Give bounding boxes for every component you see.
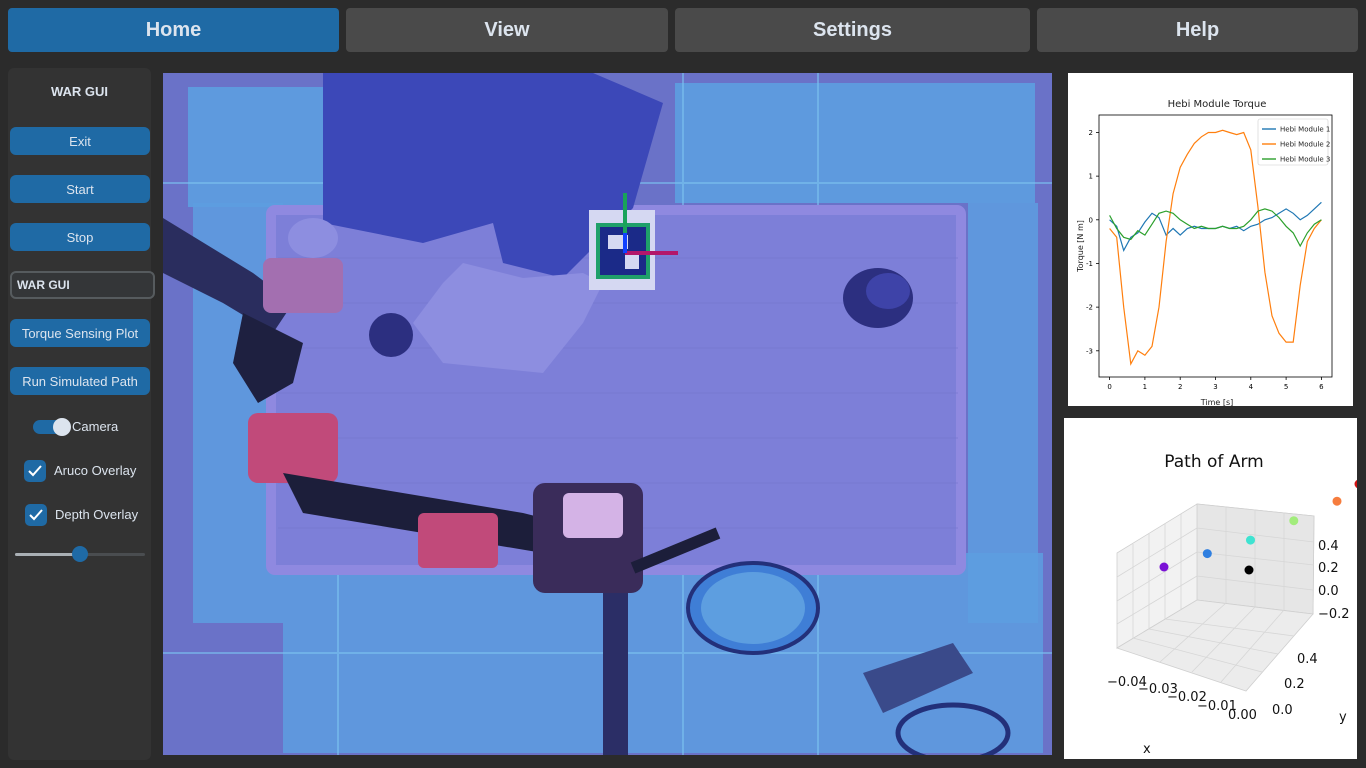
x-tick-label: 2 <box>1178 383 1182 391</box>
arm-path-plot: Path of Arm −0.04 −0.03 −0.02 −0.01 0.00… <box>1064 418 1364 759</box>
legend-label: Hebi Module 1 <box>1280 126 1330 134</box>
x-tick-label: 3 <box>1213 383 1217 391</box>
torque-chart: Hebi Module Torque Time [s] Torque [N m]… <box>1076 99 1333 407</box>
name-entry-field[interactable]: WAR GUI <box>10 271 155 299</box>
sidebar: WAR GUI Exit Start Stop WAR GUI Torque S… <box>8 68 155 760</box>
path-point <box>1244 565 1254 575</box>
y-axis-label: y <box>1339 710 1347 725</box>
camera-feed[interactable] <box>163 73 1052 755</box>
checkmark-icon <box>28 465 42 477</box>
path-point <box>1246 535 1255 545</box>
x-axis-label: Time [s] <box>1200 398 1234 406</box>
path-point <box>1289 516 1299 526</box>
tab-settings[interactable]: Settings <box>675 8 1030 52</box>
y-tick-label: 1 <box>1089 173 1093 181</box>
camera-switch-label: Camera <box>72 419 119 434</box>
switch-knob <box>53 418 71 436</box>
overlay-slider[interactable] <box>15 546 145 562</box>
chart-title: Path of Arm <box>1164 452 1263 472</box>
depth-overlay-checkbox[interactable] <box>25 504 47 526</box>
sidebar-title: WAR GUI <box>50 84 109 99</box>
exit-button[interactable]: Exit <box>10 127 150 155</box>
path-point <box>1159 562 1169 572</box>
aruco-overlay-checkbox[interactable] <box>24 460 46 482</box>
run-simulated-path-button[interactable]: Run Simulated Path <box>10 367 150 395</box>
y-tick-label: 0 <box>1089 216 1093 224</box>
x-tick-label: 0 <box>1107 383 1111 391</box>
tab-home[interactable]: Home <box>8 8 339 52</box>
path-point <box>1202 549 1212 559</box>
y-tick-label: 0.2 <box>1284 677 1305 692</box>
y-tick-label: -1 <box>1086 260 1093 268</box>
x-tick-label: 0.00 <box>1228 708 1257 723</box>
x-tick-label: 4 <box>1249 383 1254 391</box>
y-tick-label: -2 <box>1086 304 1093 312</box>
slider-handle[interactable] <box>72 546 88 562</box>
legend-label: Hebi Module 3 <box>1280 156 1330 164</box>
path-point <box>1354 479 1364 489</box>
z-tick-label: 0.0 <box>1318 584 1339 599</box>
torque-sensing-plot-button[interactable]: Torque Sensing Plot <box>10 319 150 347</box>
y-tick-label: 2 <box>1089 129 1093 137</box>
x-tick-label: 5 <box>1284 383 1288 391</box>
depth-overlay-label: Depth Overlay <box>55 507 139 522</box>
start-button[interactable]: Start <box>10 175 150 203</box>
path-point <box>1332 496 1342 506</box>
series-line-1 <box>1109 201 1322 252</box>
y-tick-label: 0.4 <box>1297 652 1318 667</box>
y-axis-label: Torque [N m] <box>1076 220 1085 273</box>
arm-path-chart: Path of Arm −0.04−0.03−0.02−0.010.00 0.0… <box>1107 452 1364 757</box>
legend-label: Hebi Module 2 <box>1280 141 1330 149</box>
series-line-2 <box>1109 129 1322 366</box>
slider-fill <box>15 553 80 556</box>
x-tick-label: 6 <box>1319 383 1324 391</box>
checkmark-icon <box>29 509 43 521</box>
z-tick-label: −0.2 <box>1318 607 1350 622</box>
camera-switch[interactable] <box>33 418 71 436</box>
x-axis-label: x <box>1143 742 1151 757</box>
chart-title: Hebi Module Torque <box>1168 99 1267 110</box>
aruco-overlay-label: Aruco Overlay <box>54 463 137 478</box>
stop-button[interactable]: Stop <box>10 223 150 251</box>
y-tick-label: -3 <box>1086 347 1093 355</box>
tab-help[interactable]: Help <box>1037 8 1358 52</box>
tab-view[interactable]: View <box>346 8 668 52</box>
torque-plot: Hebi Module Torque Time [s] Torque [N m]… <box>1068 73 1353 407</box>
x-tick-label: 1 <box>1143 383 1147 391</box>
z-tick-label: 0.2 <box>1318 561 1339 576</box>
camera-image <box>163 73 1052 755</box>
y-tick-label: 0.0 <box>1272 703 1293 718</box>
z-tick-label: 0.4 <box>1318 539 1339 554</box>
